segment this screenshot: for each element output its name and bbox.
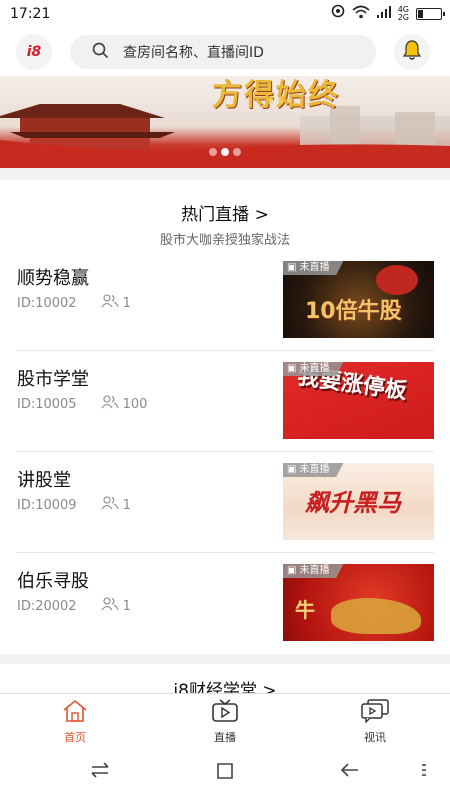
live-status-badge: ▣ 未直播 (283, 261, 344, 275)
users-icon (101, 496, 119, 514)
switch-apps-icon[interactable] (90, 762, 110, 782)
carousel-dot-active[interactable] (221, 148, 229, 156)
home-square-icon[interactable] (215, 762, 235, 784)
users-icon (101, 597, 119, 615)
live-status-badge: ▣ 未直播 (283, 362, 344, 376)
hot-live-subtitle: 股市大咖亲授独家战法 (159, 233, 290, 248)
room-id: ID:20002 (17, 598, 77, 614)
home-icon (61, 699, 89, 727)
live-status-badge: ▣ 未直播 (283, 463, 344, 477)
top-header: i8 查房间名称、直播间ID (0, 28, 450, 76)
signal-icon (376, 6, 391, 22)
tab-label: 视讯 (364, 731, 386, 744)
search-placeholder: 查房间名称、直播间ID (123, 45, 264, 61)
camera-icon: ▣ (287, 464, 297, 475)
bottom-tab-bar: 首页 直播 视讯 (0, 693, 450, 746)
ox-image (331, 598, 421, 634)
carousel-dot[interactable] (233, 148, 241, 156)
room-cover[interactable]: 飙升黑马 ▣ 未直播 (283, 463, 434, 540)
status-time: 17:21 (10, 6, 51, 22)
banner-stars: ★★★ (266, 96, 296, 107)
section-divider (0, 654, 450, 664)
hot-live-header: 热门直播 > 股市大咖亲授独家战法 (0, 180, 450, 250)
status-icons: 4G 2G (331, 4, 445, 24)
school-header: i8财经学堂 > (0, 664, 450, 694)
carousel-dots (209, 148, 241, 156)
tab-label: 首页 (64, 731, 86, 744)
system-nav-bar (0, 746, 450, 800)
room-cover[interactable]: 牛 ▣ 未直播 (283, 564, 434, 641)
list-item[interactable]: 顺势稳赢 ID:10002 1 10倍牛股 ▣ 未直播 (16, 250, 434, 351)
hot-live-title[interactable]: 热门直播 > (0, 200, 450, 225)
room-meta: ID:20002 1 (17, 597, 131, 615)
viewer-count: 1 (101, 496, 131, 514)
users-icon (101, 395, 119, 413)
room-id: ID:10005 (17, 396, 77, 412)
carousel-dot[interactable] (209, 148, 217, 156)
section-divider (0, 168, 450, 180)
promo-banner[interactable]: 方得始终 ★★★ (0, 76, 450, 168)
room-meta: ID:10009 1 (17, 496, 131, 514)
search-bar[interactable]: 查房间名称、直播间ID (70, 35, 376, 69)
tab-video-chat[interactable]: 视讯 (300, 694, 450, 746)
room-meta: ID:10002 1 (17, 294, 131, 312)
viewer-count: 1 (101, 597, 131, 615)
search-icon (92, 42, 109, 63)
camera-icon: ▣ (287, 363, 297, 374)
cover-text: 飙升黑马 (305, 489, 401, 517)
viewer-count: 100 (101, 395, 147, 413)
room-cover[interactable]: 10倍牛股 ▣ 未直播 (283, 261, 434, 338)
room-id: ID:10002 (17, 295, 77, 311)
chat-video-icon (360, 699, 390, 727)
list-item[interactable]: 伯乐寻股 ID:20002 1 牛 ▣ 未直播 (16, 553, 434, 654)
tab-live[interactable]: 直播 (150, 694, 300, 746)
camera-icon: ▣ (287, 262, 297, 273)
tab-label: 直播 (214, 731, 236, 744)
tv-play-icon (211, 699, 239, 727)
camera-icon: ▣ (287, 565, 297, 576)
users-icon (101, 294, 119, 312)
live-room-list: 顺势稳赢 ID:10002 1 10倍牛股 ▣ 未直播 股市学堂 ID:10005… (0, 250, 450, 654)
bull-image (376, 265, 418, 295)
back-arrow-icon[interactable] (340, 762, 360, 782)
battery-icon (416, 8, 445, 20)
list-item[interactable]: 股市学堂 ID:10005 100 我要涨停板 ▣ 未直播 (16, 351, 434, 452)
room-id: ID:10009 (17, 497, 77, 513)
room-name: 伯乐寻股 (17, 571, 89, 592)
bell-icon (402, 39, 422, 65)
app-logo[interactable]: i8 (16, 34, 52, 70)
live-status-badge: ▣ 未直播 (283, 564, 344, 578)
viewer-count: 1 (101, 294, 131, 312)
school-title[interactable]: i8财经学堂 > (0, 676, 450, 694)
status-bar: 17:21 4G 2G (0, 0, 450, 28)
location-icon (331, 4, 345, 24)
notification-button[interactable] (394, 34, 430, 70)
room-meta: ID:10005 100 (17, 395, 147, 413)
room-cover[interactable]: 我要涨停板 ▣ 未直播 (283, 362, 434, 439)
list-item[interactable]: 讲股堂 ID:10009 1 飙升黑马 ▣ 未直播 (16, 452, 434, 553)
banner-title: 方得始终 (212, 78, 340, 113)
menu-dots-icon[interactable] (420, 762, 428, 782)
network-type: 4G 2G (397, 5, 409, 22)
cover-text: 10倍牛股 (305, 299, 402, 324)
cover-text: 牛 (295, 598, 315, 622)
room-name: 讲股堂 (17, 470, 71, 491)
tab-home[interactable]: 首页 (0, 694, 150, 746)
room-name: 顺势稳赢 (17, 268, 89, 289)
wifi-icon (352, 5, 370, 23)
room-name: 股市学堂 (17, 369, 89, 390)
